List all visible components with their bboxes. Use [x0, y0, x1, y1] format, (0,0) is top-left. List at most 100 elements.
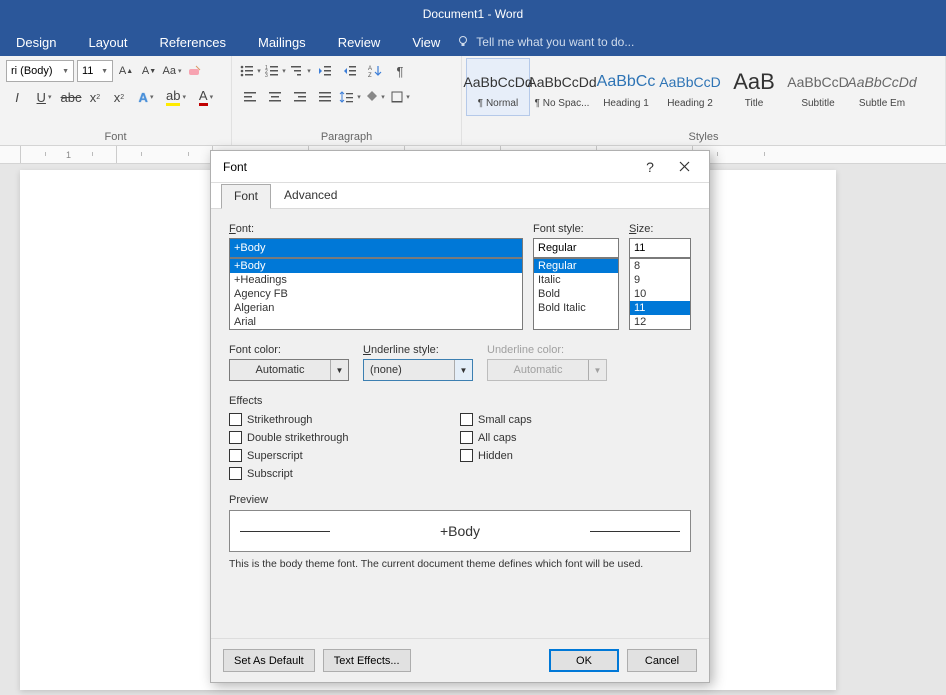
dialog-titlebar[interactable]: Font ?: [211, 151, 709, 183]
underline-style-dropdown[interactable]: (none) ▼: [363, 359, 473, 381]
shading-button[interactable]: ▾: [363, 86, 387, 108]
sort-button[interactable]: AZ: [363, 60, 387, 82]
group-label-font: Font: [0, 129, 231, 145]
style-title[interactable]: AaBTitle: [722, 58, 786, 116]
shrink-font-button[interactable]: A▼: [139, 60, 159, 82]
justify-button[interactable]: [313, 86, 337, 108]
ok-button[interactable]: OK: [549, 649, 619, 672]
label-font: Font:: [229, 223, 523, 235]
font-color-dropdown[interactable]: Automatic ▼: [229, 359, 349, 381]
list-item[interactable]: Regular: [534, 259, 618, 273]
style-heading-1[interactable]: AaBbCcHeading 1: [594, 58, 658, 116]
text-effects-button[interactable]: Text Effects...: [323, 649, 411, 672]
style-subtle-em[interactable]: AaBbCcDdSubtle Em: [850, 58, 914, 116]
ribbon-tab-references[interactable]: References: [144, 28, 242, 56]
preview-description: This is the body theme font. The current…: [229, 558, 691, 570]
align-right-button[interactable]: [288, 86, 312, 108]
label-underline-style: Underline style:: [363, 344, 473, 356]
group-label-styles: Styles: [462, 129, 945, 145]
bullets-button[interactable]: ▾: [238, 60, 262, 82]
ribbon-group-paragraph: ▾ 123▾ ▾ AZ ¶ ▾ ▾ ▾ Paragraph: [232, 56, 462, 145]
preview-section: Preview +Body This is the body theme fon…: [229, 494, 691, 570]
numbering-button[interactable]: 123▾: [263, 60, 287, 82]
list-item[interactable]: Bold Italic: [534, 301, 618, 315]
checkbox-superscript[interactable]: Superscript: [229, 449, 460, 462]
list-item[interactable]: 9: [630, 273, 690, 287]
list-item[interactable]: 8: [630, 259, 690, 273]
show-marks-button[interactable]: ¶: [388, 60, 412, 82]
font-size-combo[interactable]: 11▼: [77, 60, 113, 82]
font-name-combo[interactable]: ri (Body)▼: [6, 60, 74, 82]
list-item[interactable]: Bold: [534, 287, 618, 301]
style-heading-2[interactable]: AaBbCcDHeading 2: [658, 58, 722, 116]
dialog-close-button[interactable]: [667, 151, 701, 182]
align-left-button[interactable]: [238, 86, 262, 108]
italic-button[interactable]: I: [6, 86, 28, 108]
list-item[interactable]: 10: [630, 287, 690, 301]
label-font-color: Font color:: [229, 344, 349, 356]
ribbon-tab-layout[interactable]: Layout: [72, 28, 143, 56]
list-item[interactable]: Arial: [230, 315, 522, 329]
list-item[interactable]: 11: [630, 301, 690, 315]
font-size-listbox[interactable]: 8 9 10 11 12: [629, 258, 691, 330]
clear-formatting-button[interactable]: [185, 60, 205, 82]
grow-font-button[interactable]: A▲: [116, 60, 136, 82]
label-font-style: Font style:: [533, 223, 619, 235]
set-default-button[interactable]: Set As Default: [223, 649, 315, 672]
checkbox-hidden[interactable]: Hidden: [460, 449, 691, 462]
font-size-input[interactable]: [629, 238, 691, 258]
list-item[interactable]: +Headings: [230, 273, 522, 287]
increase-indent-button[interactable]: [338, 60, 362, 82]
ribbon-group-styles: AaBbCcDd¶ Normal AaBbCcDd¶ No Spac... Aa…: [462, 56, 946, 145]
subscript-button[interactable]: x2: [84, 86, 106, 108]
style-normal[interactable]: AaBbCcDd¶ Normal: [466, 58, 530, 116]
tell-me-search[interactable]: Tell me what you want to do...: [456, 35, 634, 49]
ribbon-tab-design[interactable]: Design: [0, 28, 72, 56]
checkbox-strikethrough[interactable]: Strikethrough: [229, 413, 460, 426]
borders-button[interactable]: ▾: [388, 86, 412, 108]
checkbox-all-caps[interactable]: All caps: [460, 431, 691, 444]
chevron-down-icon: ▼: [588, 360, 606, 380]
checkbox-subscript[interactable]: Subscript: [229, 467, 460, 480]
checkbox-double-strikethrough[interactable]: Double strikethrough: [229, 431, 460, 444]
strikethrough-button[interactable]: abc: [60, 86, 82, 108]
ribbon-tab-review[interactable]: Review: [322, 28, 397, 56]
font-style-listbox[interactable]: Regular Italic Bold Bold Italic: [533, 258, 619, 330]
font-name-listbox[interactable]: +Body +Headings Agency FB Algerian Arial: [229, 258, 523, 330]
checkbox-small-caps[interactable]: Small caps: [460, 413, 691, 426]
list-item[interactable]: Algerian: [230, 301, 522, 315]
ribbon-tab-mailings[interactable]: Mailings: [242, 28, 322, 56]
window-title: Document1 - Word: [0, 0, 946, 28]
line-spacing-button[interactable]: ▾: [338, 86, 362, 108]
group-label-paragraph: Paragraph: [232, 129, 461, 145]
style-no-spacing[interactable]: AaBbCcDd¶ No Spac...: [530, 58, 594, 116]
list-item[interactable]: Agency FB: [230, 287, 522, 301]
dialog-tab-advanced[interactable]: Advanced: [271, 183, 350, 208]
list-item[interactable]: Italic: [534, 273, 618, 287]
underline-button[interactable]: U▾: [30, 86, 58, 108]
dialog-tab-font[interactable]: Font: [221, 184, 271, 209]
label-size: Size:: [629, 223, 691, 235]
list-item[interactable]: +Body: [230, 259, 522, 273]
multilevel-list-button[interactable]: ▾: [288, 60, 312, 82]
superscript-button[interactable]: x2: [108, 86, 130, 108]
font-style-input[interactable]: [533, 238, 619, 258]
dialog-help-button[interactable]: ?: [633, 151, 667, 182]
decrease-indent-button[interactable]: [313, 60, 337, 82]
chevron-down-icon: ▼: [330, 360, 348, 380]
ribbon-body: ri (Body)▼ 11▼ A▲ A▼ Aa▾ I U▾ abc x2 x2 …: [0, 56, 946, 146]
chevron-down-icon: ▼: [454, 360, 472, 380]
align-center-button[interactable]: [263, 86, 287, 108]
list-item[interactable]: 12: [630, 315, 690, 329]
cancel-button[interactable]: Cancel: [627, 649, 697, 672]
effects-section: Effects Strikethrough Double strikethrou…: [229, 395, 691, 480]
highlight-button[interactable]: ab▾: [162, 86, 190, 108]
text-effects-button[interactable]: A▾: [132, 86, 160, 108]
font-name-input[interactable]: [229, 238, 523, 258]
style-subtitle[interactable]: AaBbCcDSubtitle: [786, 58, 850, 116]
font-color-button[interactable]: A▾: [192, 86, 220, 108]
styles-gallery[interactable]: AaBbCcDd¶ Normal AaBbCcDd¶ No Spac... Aa…: [462, 56, 945, 129]
ribbon-tab-view[interactable]: View: [396, 28, 456, 56]
change-case-button[interactable]: Aa▾: [162, 60, 182, 82]
dialog-title: Font: [223, 160, 633, 174]
